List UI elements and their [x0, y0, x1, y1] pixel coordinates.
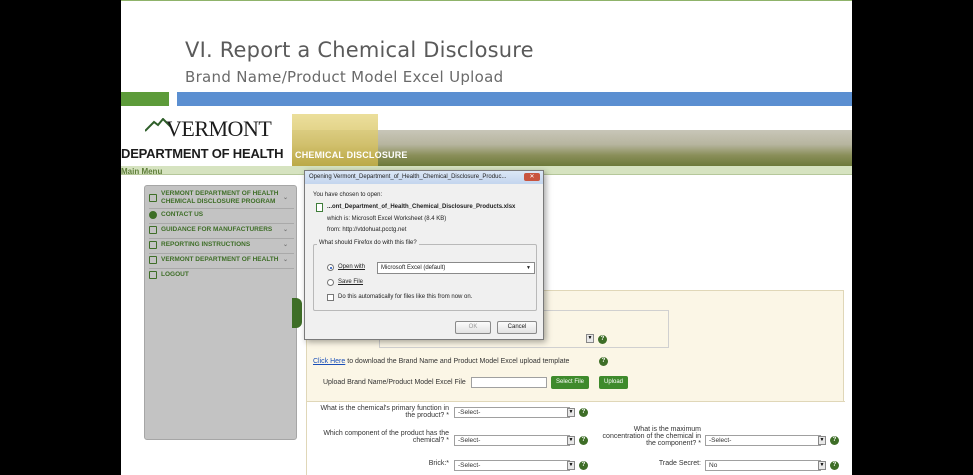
- sidebar-item-logout[interactable]: LOGOUT: [149, 271, 294, 279]
- chosen-text: You have chosen to open:: [313, 192, 383, 198]
- component-label: Which component of the product has the c…: [323, 430, 449, 444]
- dialog-title: Opening Vermont_Department_of_Health_Che…: [305, 171, 543, 184]
- function-select[interactable]: -Select-: [454, 407, 570, 418]
- click-here-link[interactable]: Click Here: [313, 358, 345, 365]
- book-icon: [149, 226, 157, 234]
- sidebar-item-vdh[interactable]: VERMONT DEPARTMENT OF HEALTH ⌄: [149, 256, 294, 264]
- open-with-label: Open with: [338, 264, 366, 270]
- excel-file-icon: [316, 203, 323, 212]
- auto-checkbox[interactable]: [327, 294, 334, 301]
- component-select[interactable]: -Select-: [454, 435, 570, 446]
- upload-label: Upload Brand Name/Product Model Excel Fi…: [323, 379, 466, 386]
- template-text: to download the Brand Name and Product M…: [347, 358, 570, 365]
- help-icon[interactable]: ?: [830, 461, 839, 470]
- action-group: [313, 244, 537, 311]
- brick-select[interactable]: -Select-: [454, 460, 570, 471]
- slide-top-line: [121, 0, 852, 8]
- sidebar-item-label: VERMONT DEPARTMENT OF HEALTH CHEMICAL DI…: [161, 190, 279, 205]
- chevron-down-icon: ⌄: [282, 257, 288, 263]
- firefox-open-dialog: Opening Vermont_Department_of_Health_Che…: [304, 170, 544, 340]
- help-icon[interactable]: ?: [579, 436, 588, 445]
- help-icon[interactable]: ?: [599, 357, 608, 366]
- help-icon[interactable]: ?: [579, 408, 588, 417]
- select-arrow-icon[interactable]: ▼: [818, 461, 826, 470]
- max-concentration-select[interactable]: -Select-: [705, 435, 821, 446]
- sidebar-item-label: VERMONT DEPARTMENT OF HEALTH: [161, 256, 279, 263]
- sidebar-item-label: REPORTING INSTRUCTIONS: [161, 241, 251, 248]
- chevron-down-icon: ⌄: [282, 227, 288, 233]
- ok-button[interactable]: OK: [455, 321, 491, 334]
- sidebar-item-label: CONTACT US: [161, 211, 204, 218]
- function-label: What is the chemical's primary function …: [320, 405, 449, 419]
- document-icon: [149, 256, 157, 264]
- select-file-button[interactable]: Select File: [551, 376, 590, 389]
- action-question: What should Firefox do with this file?: [317, 240, 419, 246]
- slide-subtitle: Brand Name/Product Model Excel Upload: [185, 68, 504, 86]
- select-arrow-icon[interactable]: ▼: [567, 461, 575, 470]
- divider: [149, 253, 294, 254]
- open-with-select[interactable]: Microsoft Excel (default) ▼: [377, 262, 535, 274]
- sidebar-item-label: LOGOUT: [161, 271, 189, 278]
- chevron-down-icon: ▼: [526, 265, 531, 271]
- save-file-label: Save File: [338, 279, 364, 285]
- cancel-button[interactable]: Cancel: [497, 321, 537, 334]
- help-icon[interactable]: ?: [598, 335, 607, 344]
- help-icon[interactable]: ?: [579, 461, 588, 470]
- select-arrow-icon[interactable]: ▼: [586, 334, 594, 343]
- trade-secret-label: Trade Secret:: [658, 460, 701, 467]
- select-arrow-icon[interactable]: ▼: [567, 408, 575, 417]
- sidebar-toggle[interactable]: [292, 298, 302, 328]
- open-with-radio[interactable]: [327, 264, 334, 271]
- file-type: which is: Microsoft Excel Worksheet (8.4…: [327, 216, 447, 222]
- slide-title: VI. Report a Chemical Disclosure: [185, 38, 534, 62]
- filename: ...ont_Department_of_Health_Chemical_Dis…: [327, 204, 516, 210]
- open-with-app: Microsoft Excel (default): [381, 265, 446, 271]
- trade-secret-select[interactable]: No: [705, 460, 821, 471]
- divider: [149, 223, 294, 224]
- logout-icon: [149, 271, 157, 279]
- divider: [149, 238, 294, 239]
- document-icon: [149, 241, 157, 249]
- banner-label: CHEMICAL DISCLOSURE: [295, 150, 408, 160]
- save-file-radio[interactable]: [327, 279, 334, 286]
- upload-button[interactable]: Upload: [599, 376, 629, 389]
- file-source: from: http://vtdohuat.pcctg.net: [327, 227, 407, 233]
- sidebar: VERMONT DEPARTMENT OF HEALTH CHEMICAL DI…: [144, 185, 297, 440]
- help-icon[interactable]: ?: [830, 436, 839, 445]
- max-concentration-label: What is the maximum concentration of the…: [602, 426, 701, 447]
- slide-accent-green: [121, 92, 169, 106]
- divider: [149, 268, 294, 269]
- sidebar-item-program[interactable]: VERMONT DEPARTMENT OF HEALTH CHEMICAL DI…: [149, 190, 294, 206]
- dept-text: DEPARTMENT OF HEALTH: [121, 146, 284, 161]
- select-arrow-icon[interactable]: ▼: [567, 436, 575, 445]
- sidebar-item-label: GUIDANCE FOR MANUFACTURERS: [161, 226, 273, 233]
- select-arrow-icon[interactable]: ▼: [818, 436, 826, 445]
- sidebar-item-contact[interactable]: CONTACT US: [149, 211, 294, 219]
- website-screenshot: VERMONT DEPARTMENT OF HEALTH CHEMICAL DI…: [121, 108, 852, 475]
- brick-label: Brick:*: [428, 460, 449, 467]
- vermont-logo[interactable]: VERMONT DEPARTMENT OF HEALTH: [121, 108, 292, 166]
- help-icon: [149, 211, 157, 219]
- chevron-down-icon: ⌄: [282, 195, 288, 201]
- divider: [149, 208, 294, 209]
- auto-label: Do this automatically for files like thi…: [338, 294, 473, 300]
- slide-accent-blue: [177, 92, 852, 106]
- slide: VI. Report a Chemical Disclosure Brand N…: [121, 0, 852, 475]
- close-icon[interactable]: ✕: [524, 173, 540, 181]
- sidebar-item-guidance[interactable]: GUIDANCE FOR MANUFACTURERS ⌄: [149, 226, 294, 234]
- main-menu-label: Main Menu: [121, 167, 163, 176]
- document-icon: [149, 194, 157, 202]
- template-line: Click Here to download the Brand Name an…: [313, 358, 569, 365]
- logo-text: VERMONT: [166, 116, 272, 141]
- chevron-down-icon: ⌄: [282, 242, 288, 248]
- sidebar-item-instructions[interactable]: REPORTING INSTRUCTIONS ⌄: [149, 241, 294, 249]
- file-path-input[interactable]: [471, 377, 547, 388]
